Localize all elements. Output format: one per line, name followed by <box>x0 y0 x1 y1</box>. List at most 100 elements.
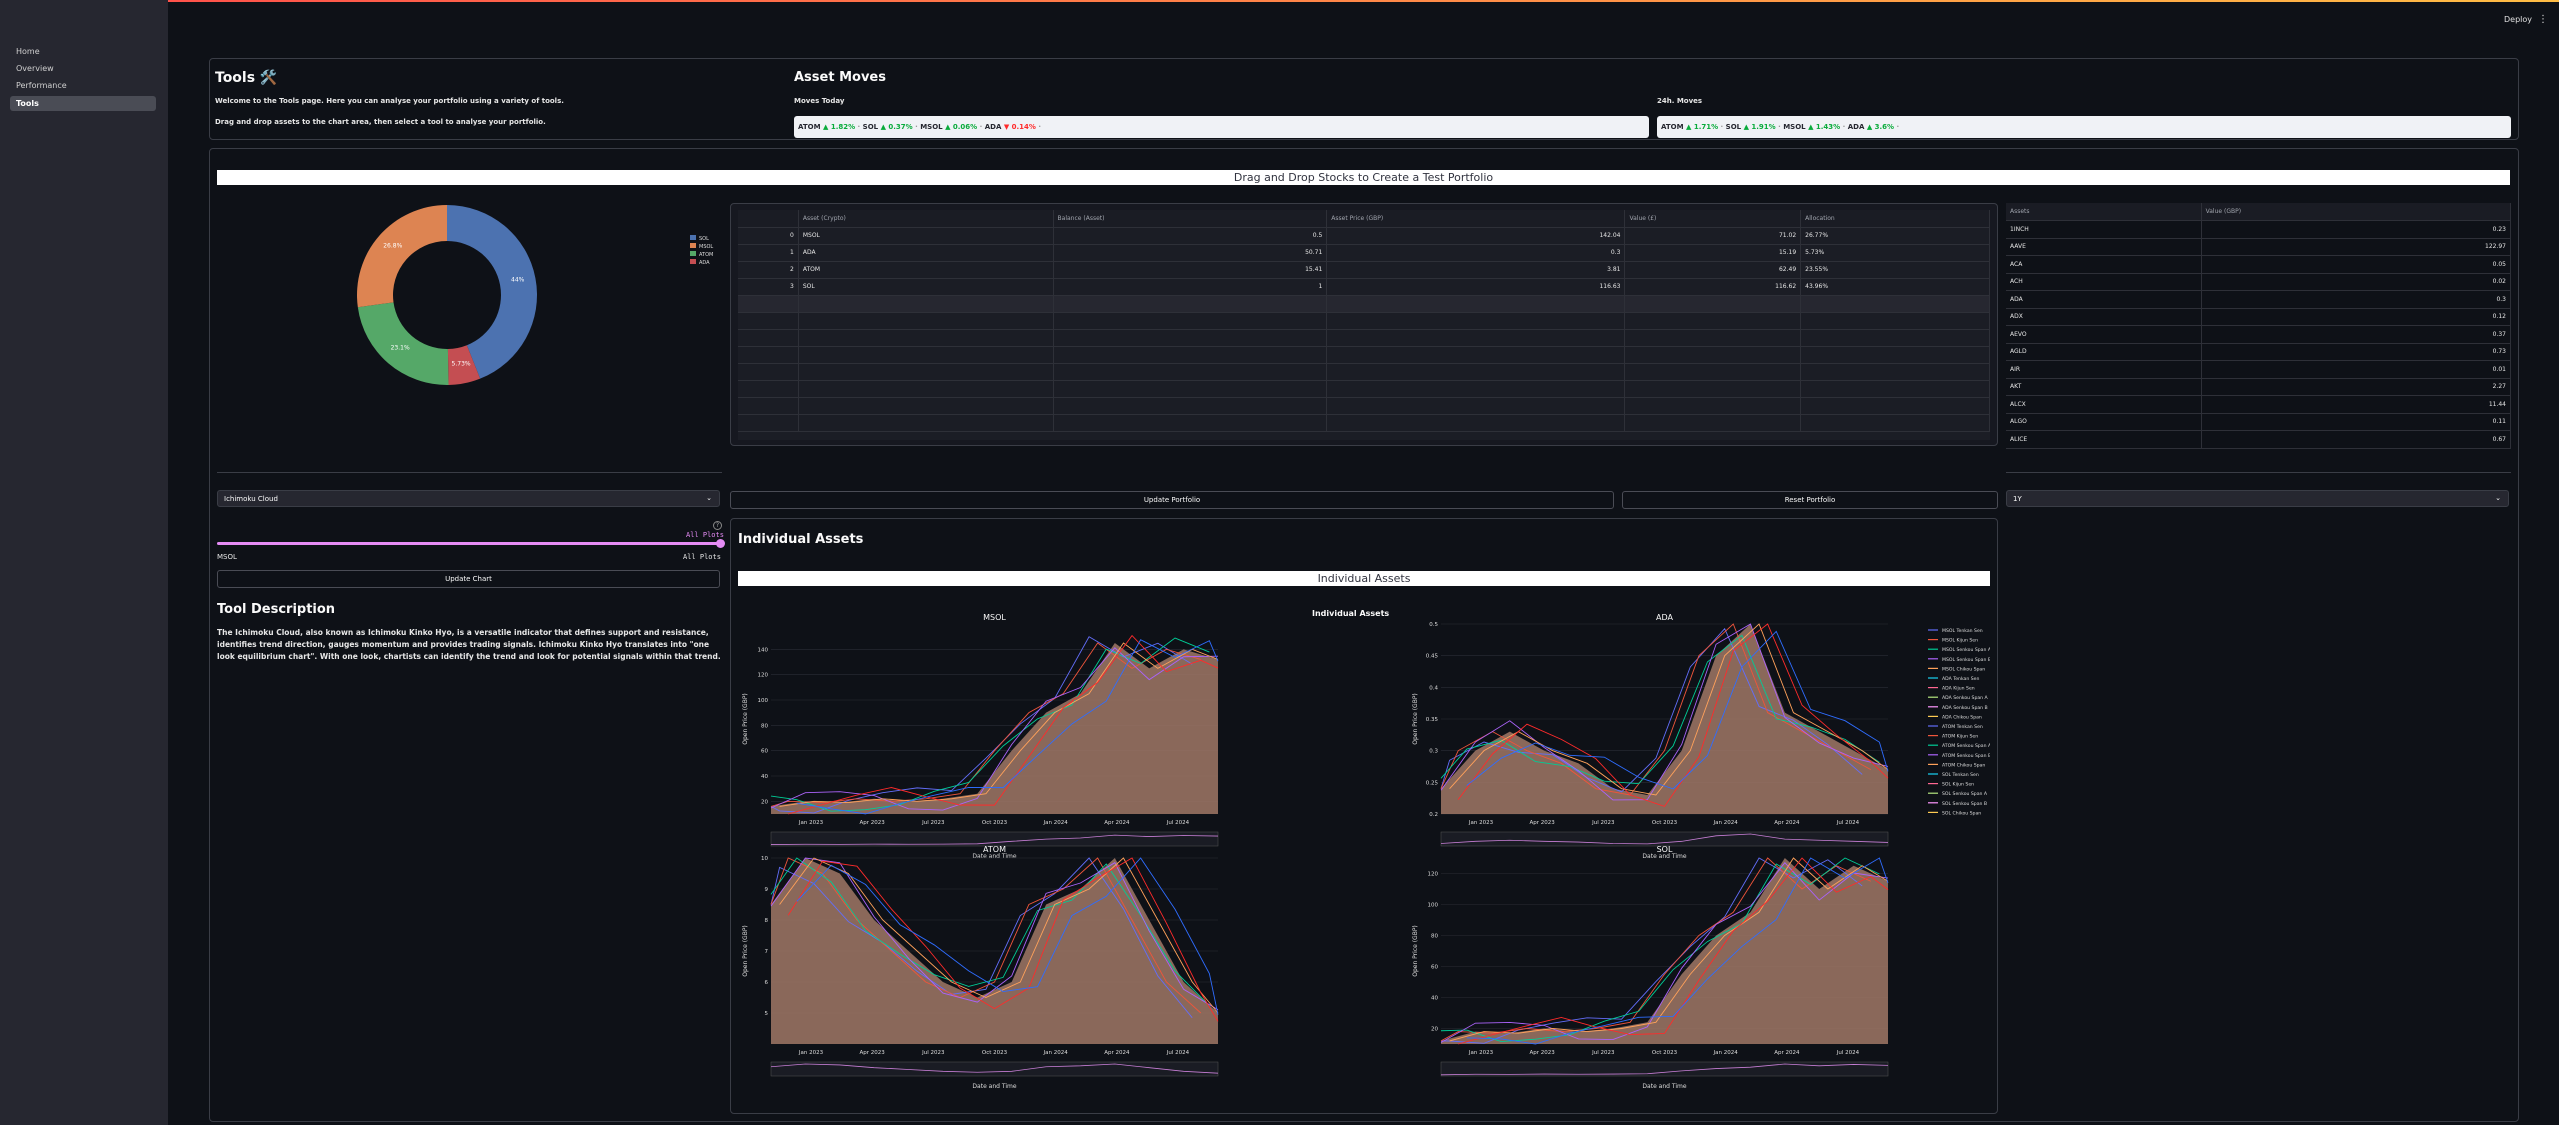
legend-item[interactable]: MSOL Tenkan Sen <box>1942 628 1983 634</box>
table-cell[interactable]: 26.77% <box>1800 227 1990 245</box>
table-row[interactable]: 1 ADA 50.71 0.3 15.19 5.73% <box>738 244 1990 262</box>
table-cell[interactable]: 5.73% <box>1800 244 1990 262</box>
table-cell[interactable]: 23.55% <box>1800 261 1990 279</box>
table-cell[interactable]: 71.02 <box>1624 227 1802 245</box>
legend-item[interactable]: MSOL Senkou Span B <box>1942 657 1990 663</box>
table-row[interactable]: ALGO 0.11 <box>2006 413 2512 431</box>
table-row[interactable]: ACH 0.02 <box>2006 273 2512 291</box>
table-cell[interactable]: 1 <box>1053 278 1328 296</box>
update-portfolio-button[interactable]: Update Portfolio <box>730 491 1614 509</box>
asset-name[interactable]: AIR <box>2006 360 2202 379</box>
asset-name[interactable]: ALGO <box>2006 413 2202 431</box>
table-header[interactable]: Assets <box>2006 203 2202 221</box>
legend-item[interactable]: ADA Tenkan Sen <box>1942 676 1979 682</box>
asset-value[interactable]: 0.67 <box>2201 430 2512 449</box>
table-row[interactable]: 1INCH 0.23 <box>2006 220 2512 239</box>
period-select[interactable]: 1Y ⌄ <box>2006 490 2509 507</box>
asset-value[interactable]: 0.11 <box>2201 413 2512 431</box>
sidebar-item-tools[interactable]: Tools <box>10 96 156 111</box>
update-chart-button[interactable]: Update Chart <box>217 570 720 588</box>
asset-name[interactable]: AKT <box>2006 378 2202 396</box>
asset-name[interactable]: ADX <box>2006 308 2202 326</box>
table-header[interactable] <box>738 210 799 228</box>
asset-value[interactable]: 11.44 <box>2201 395 2512 414</box>
help-icon[interactable]: ? <box>713 521 722 530</box>
sidebar-item-home[interactable]: Home <box>10 44 156 59</box>
table-cell[interactable]: ATOM <box>798 261 1054 279</box>
table-row[interactable]: AKT 2.27 <box>2006 378 2512 396</box>
empty-row[interactable] <box>738 312 1990 330</box>
asset-name[interactable]: 1INCH <box>2006 220 2202 239</box>
table-cell[interactable]: SOL <box>798 278 1054 296</box>
table-header[interactable]: Asset (Crypto) <box>798 210 1054 228</box>
table-row[interactable]: AEVO 0.37 <box>2006 325 2512 344</box>
table-cell[interactable]: ADA <box>798 244 1054 262</box>
legend-item[interactable]: ADA Kijun Sen <box>1942 686 1975 692</box>
empty-row[interactable] <box>738 397 1990 415</box>
table-row[interactable]: ADA 0.3 <box>2006 290 2512 309</box>
asset-name[interactable]: ADA <box>2006 290 2202 309</box>
range-slider[interactable] <box>770 831 1219 847</box>
legend-item[interactable]: SOL Tenkan Sen <box>1942 772 1979 778</box>
legend-item[interactable]: MSOL Kijun Sen <box>1942 638 1978 644</box>
empty-row[interactable] <box>738 329 1990 347</box>
table-header[interactable]: Value (GBP) <box>2201 203 2512 221</box>
table-row[interactable]: AIR 0.01 <box>2006 360 2512 379</box>
legend-label[interactable]: ADA <box>699 260 710 266</box>
empty-row[interactable] <box>738 346 1990 364</box>
legend-label[interactable]: ATOM <box>699 252 713 258</box>
range-slider[interactable] <box>770 1061 1219 1077</box>
legend-item[interactable]: SOL Senkou Span A <box>1942 791 1988 797</box>
asset-name[interactable]: AGLD <box>2006 343 2202 361</box>
available-assets-table[interactable]: Assets Value (GBP) 1INCH 0.23 AAVE 122.97 ACA… <box>2006 203 2512 449</box>
chart-msol[interactable]: MSOL 20 40 60 80 100 120 140 Open Price (GBP) Jan… <box>742 613 1219 860</box>
legend-item[interactable]: ATOM Kijun Sen <box>1942 734 1978 740</box>
legend-label[interactable]: MSOL <box>699 244 713 250</box>
legend-item[interactable]: SOL Senkou Span B <box>1942 801 1987 807</box>
asset-value[interactable]: 0.02 <box>2201 273 2512 291</box>
asset-name[interactable]: AEVO <box>2006 325 2202 344</box>
table-row[interactable]: AGLD 0.73 <box>2006 343 2512 361</box>
table-cell[interactable]: 142.04 <box>1326 227 1626 245</box>
table-cell[interactable]: 116.63 <box>1326 278 1626 296</box>
empty-row[interactable] <box>738 380 1990 398</box>
table-cell[interactable]: 43.96% <box>1800 278 1990 296</box>
legend-item[interactable]: SOL Chikou Span <box>1942 810 1981 816</box>
asset-value[interactable]: 0.12 <box>2201 308 2512 326</box>
empty-row[interactable] <box>738 295 1990 313</box>
table-row[interactable]: ADX 0.12 <box>2006 308 2512 326</box>
asset-name[interactable]: ACA <box>2006 255 2202 274</box>
table-cell[interactable]: 50.71 <box>1053 244 1328 262</box>
legend-label[interactable]: SOL <box>699 236 709 242</box>
plot-slider-track[interactable] <box>217 542 722 545</box>
legend-item[interactable]: MSOL Senkou Span A <box>1942 647 1990 653</box>
range-slider[interactable] <box>1440 1061 1889 1077</box>
table-header[interactable]: Allocation <box>1800 210 1990 228</box>
chart-atom[interactable]: ATOM 5 6 7 8 9 10 Open Price (GBP) Jan 2023 Apr 2… <box>742 845 1219 1090</box>
legend-item[interactable]: ATOM Tenkan Sen <box>1942 724 1983 730</box>
legend-item[interactable]: ATOM Senkou Span B <box>1942 753 1990 759</box>
plot-slider-handle[interactable] <box>716 539 725 548</box>
tool-select[interactable]: Ichimoku Cloud ⌄ <box>217 490 720 507</box>
asset-value[interactable]: 122.97 <box>2201 238 2512 256</box>
empty-row[interactable] <box>738 363 1990 381</box>
legend-item[interactable]: SOL Kijun Sen <box>1942 782 1974 788</box>
main-menu-icon[interactable]: ⋮ <box>2538 14 2548 25</box>
asset-name[interactable]: ALCX <box>2006 395 2202 414</box>
table-cell[interactable]: 15.19 <box>1624 244 1802 262</box>
table-cell[interactable]: 15.41 <box>1053 261 1328 279</box>
table-cell[interactable]: 3.81 <box>1326 261 1626 279</box>
pie-slice-msol[interactable] <box>357 205 447 308</box>
table-cell[interactable]: MSOL <box>798 227 1054 245</box>
asset-value[interactable]: 0.73 <box>2201 343 2512 361</box>
reset-portfolio-button[interactable]: Reset Portfolio <box>1622 491 1998 509</box>
legend-item[interactable]: ADA Senkou Span A <box>1942 695 1989 701</box>
asset-value[interactable]: 0.3 <box>2201 290 2512 309</box>
table-header[interactable]: Asset Price (GBP) <box>1326 210 1626 228</box>
empty-row[interactable] <box>738 414 1990 432</box>
table-row[interactable]: ACA 0.05 <box>2006 255 2512 274</box>
asset-name[interactable]: ACH <box>2006 273 2202 291</box>
asset-value[interactable]: 0.37 <box>2201 325 2512 344</box>
table-header[interactable]: Balance (Asset) <box>1053 210 1328 228</box>
range-slider[interactable] <box>1440 831 1889 847</box>
